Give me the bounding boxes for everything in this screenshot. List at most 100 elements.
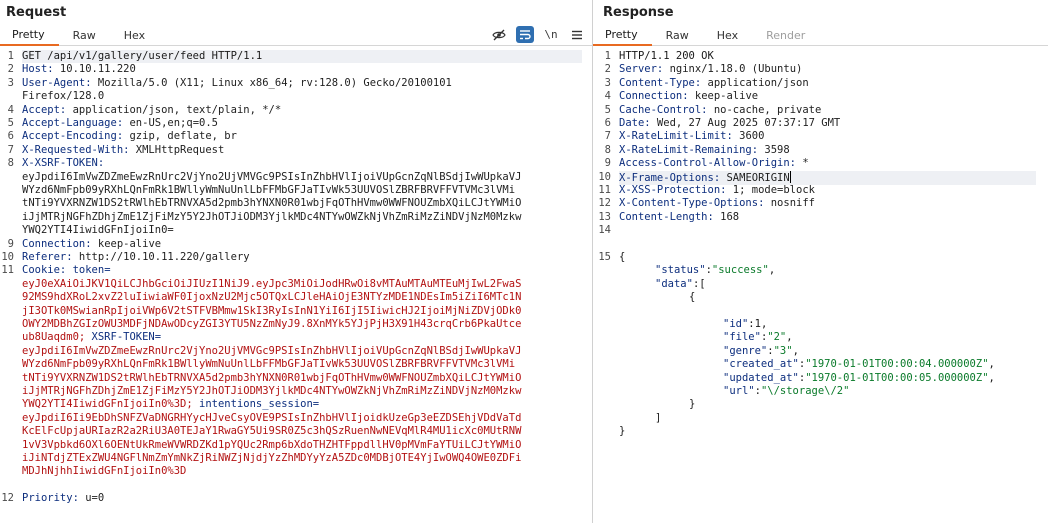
- header-value: iJjMTRjNGFhZDhjZmE1ZjFiMzY5Y2JhOTJiODM3Y…: [22, 210, 522, 223]
- response-tab-hex[interactable]: Hex: [703, 27, 752, 45]
- json-value: "3": [773, 344, 793, 357]
- menu-button[interactable]: [568, 26, 586, 43]
- header-value: eyJpdiI6ImVwZDZmeEwzRnUrc2VjYno2UjVMVGc9…: [22, 170, 522, 183]
- cookie-xsrf-line: iJjMTRjNGFhZDhjZmE1ZjFiMzY5Y2JhOTJiODM3Y…: [22, 385, 582, 398]
- xsrf-token-line: eyJpdiI6ImVwZDZmeEwzRnUrc2VjYno2UjVMVGc9…: [22, 171, 582, 184]
- header-key: Connection:: [22, 237, 92, 250]
- cookie-value: tNTi9YVXRNZW1DS2tRWlhEbTRNVXA5d2pmb3hYNX…: [22, 371, 522, 384]
- newline-button[interactable]: \n: [542, 26, 560, 43]
- cookie-xsrf-line: eyJpdiI6ImVwZDZmeEwzRnUrc2VjYno2UjVMVGc9…: [22, 345, 582, 358]
- response-editor[interactable]: 1 2 3 4 5 6 7 8 9 10 11 12 13 14 15 HTTP…: [593, 50, 1048, 523]
- line-number: 9: [7, 237, 14, 250]
- header-key: X-XSRF-TOKEN:: [22, 157, 105, 170]
- xsrf-token-line: iJjMTRjNGFhZDhjZmE1ZjFiMzY5Y2JhOTJiODM3Y…: [22, 211, 582, 224]
- header-value: keep-alive: [91, 237, 162, 250]
- request-line: GET /api/v1/gallery/user/feed HTTP/1.1: [22, 50, 582, 64]
- header-ratelimit-remaining: X-RateLimit-Remaining: 3598: [619, 144, 1038, 157]
- request-tab-pretty[interactable]: Pretty: [0, 26, 59, 46]
- json-value: "success": [711, 264, 769, 277]
- cookie-value: eyJpdiI6ImVwZDZmeEwzRnUrc2VjYno2UjVMVGc9…: [22, 344, 522, 357]
- header-accept: Accept: application/json, text/plain, */…: [22, 104, 582, 117]
- header-x-requested-with: X-Requested-With: XMLHttpRequest: [22, 144, 582, 157]
- header-key: Date:: [619, 117, 651, 129]
- header-value: Mozilla/5.0 (X11; Linux x86_64; rv:128.0…: [91, 76, 452, 89]
- header-value: keep-alive: [688, 90, 759, 103]
- json-data: "data":[: [655, 277, 706, 290]
- cookie-value: ub8Uaqdm0;: [22, 331, 86, 344]
- hide-nonprinting-button[interactable]: [490, 26, 508, 43]
- header-referer: Referer: http://10.10.11.220/gallery: [22, 251, 582, 264]
- header-value: Wed, 27 Aug 2025 07:37:17 GMT: [650, 117, 841, 129]
- header-priority: Priority: u=0: [22, 492, 582, 505]
- text-caret: [789, 170, 791, 183]
- response-tab-pretty[interactable]: Pretty: [593, 26, 652, 46]
- header-value: Firefox/128.0: [22, 90, 105, 103]
- json-brace: }: [619, 425, 626, 438]
- json-brace: }: [689, 398, 696, 411]
- cookie-token-line: ub8Uaqdm0; XSRF-TOKEN=: [22, 331, 582, 344]
- header-key: Accept:: [22, 103, 67, 116]
- wrap-lines-button[interactable]: [516, 26, 534, 43]
- json-obj-open: {: [689, 291, 1038, 304]
- header-x-xss-protection: X-XSS-Protection: 1; mode=block: [619, 184, 1038, 197]
- line-number: 6: [7, 130, 14, 143]
- request-tab-hex[interactable]: Hex: [110, 27, 159, 45]
- cookie-session-line: KcElFcUpjaURIazR2a2RiU3A0TEJaY1RwaGY5Ui9…: [22, 425, 582, 438]
- json-open: {: [619, 251, 1038, 264]
- cookie-value: KcElFcUpjaURIazR2a2RiU3A0TEJaY1RwaGY5Ui9…: [22, 425, 522, 438]
- header-value: SAMEORIGIN: [720, 171, 790, 184]
- cookie-value: YWQ2YTI4IiwidGFnIjoiIn0%3D;: [22, 398, 193, 411]
- menu-icon: [572, 30, 582, 39]
- cookie-token-line: OWY2MDBhZGIzOWU3MDFjNDAwODcyZGI3YTU5NzZm…: [22, 318, 582, 331]
- request-tab-raw[interactable]: Raw: [59, 27, 110, 45]
- json-key: "data": [655, 277, 693, 290]
- header-value: XMLHttpRequest: [129, 143, 225, 156]
- line-number: 9: [604, 157, 611, 170]
- cookie-value: jI3OTk0MSwianRpIjoiVWp6V2tSTFVBMmw1SkI3R…: [22, 304, 522, 317]
- header-key: Accept-Encoding:: [22, 130, 124, 143]
- json-updated-at: "updated_at":"1970-01-01T00:00:05.000000…: [723, 371, 995, 384]
- cookie-value: 1vV3Vpbkd6OXl6OENtUkRmeWVWRDZKd1pYQUc2Rm…: [22, 438, 522, 451]
- line-number: 7: [604, 130, 611, 143]
- line-number: 3: [7, 76, 14, 89]
- header-value: nosniff: [764, 197, 815, 210]
- response-tab-raw[interactable]: Raw: [652, 27, 703, 45]
- xsrf-token-line: tNTi9YVXRNZW1DS2tRWlhEbTRNVXA5d2pmb3hYNX…: [22, 197, 582, 210]
- header-value: gzip, deflate, br: [123, 130, 237, 143]
- cookie-value: OWY2MDBhZGIzOWU3MDFjNDAwODcyZGI3YTU5NzZm…: [22, 318, 522, 330]
- header-content-type: Content-Type: application/json: [619, 77, 1038, 90]
- line-number: 4: [604, 90, 611, 103]
- line-number: 7: [7, 143, 14, 156]
- line-number: 2: [7, 63, 14, 76]
- header-value: http://10.10.11.220/gallery: [72, 251, 250, 263]
- header-key: Server:: [619, 63, 664, 76]
- header-cookie: Cookie: token=: [22, 264, 582, 277]
- line-number: 14: [598, 224, 611, 237]
- json-value: "2": [767, 331, 787, 344]
- header-key: Cache-Control:: [619, 103, 708, 116]
- header-value: en-US,en;q=0.5: [123, 117, 218, 129]
- cookie-xsrf-line: tNTi9YVXRNZW1DS2tRWlhEbTRNVXA5d2pmb3hYNX…: [22, 372, 582, 385]
- json-value: "1970-01-01T00:00:05.000000Z": [805, 371, 989, 384]
- response-pane: Response Pretty Raw Hex Render 1 2 3 4 5…: [593, 0, 1048, 523]
- header-x-content-type-options: X-Content-Type-Options: nosniff: [619, 197, 1038, 210]
- header-accept-encoding: Accept-Encoding: gzip, deflate, br: [22, 130, 582, 143]
- cookie-value: 92MS9hdXRoL2xvZ2luIiwiaWF0IjoxNzU2Mjc5OT…: [22, 291, 522, 304]
- header-host: Host: 10.10.11.220: [22, 63, 582, 76]
- header-key: Cookie:: [22, 264, 67, 277]
- response-tab-render[interactable]: Render: [752, 27, 819, 45]
- json-obj-close: }: [689, 398, 1038, 411]
- request-editor[interactable]: 1 2 3 4 5 6 7 8 9 10 11 12 GET /api/v1/g…: [0, 50, 592, 523]
- header-date: Date: Wed, 27 Aug 2025 07:37:17 GMT: [619, 117, 1038, 130]
- line-number: 12: [1, 492, 14, 505]
- header-value: *: [796, 157, 809, 170]
- json-value: "\/storage\/2": [760, 385, 850, 397]
- json-key: "id": [723, 318, 749, 330]
- header-key: Priority:: [22, 492, 79, 505]
- xsrf-token-line: WYzd6NmFpb09yRXhLQnFmRk1BWllyWmNuUnlLbFF…: [22, 184, 582, 197]
- cookie-value: eyJpdiI6Ii9EbDhSNFZVaDNGRHYycHJveCsyOVE9…: [22, 411, 522, 424]
- line-number: 1: [7, 50, 14, 62]
- cookie-value: eyJ0eXAiOiJKV1QiLCJhbGciOiJIUzI1NiJ9.eyJ…: [22, 277, 522, 290]
- request-line-text: GET /api/v1/gallery/user/feed HTTP/1.1: [22, 50, 263, 62]
- header-acao: Access-Control-Allow-Origin: *: [619, 157, 1038, 170]
